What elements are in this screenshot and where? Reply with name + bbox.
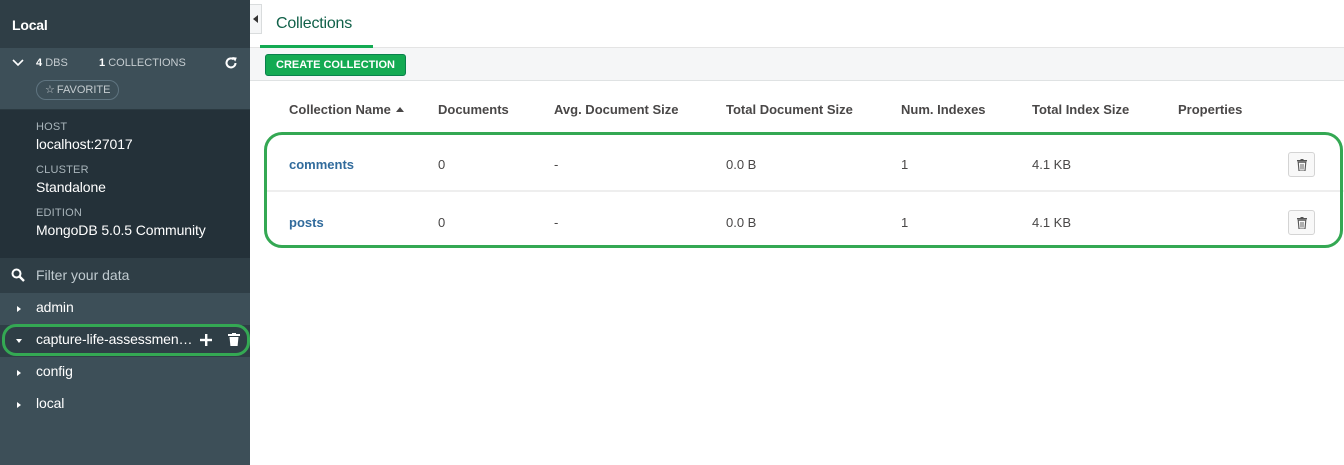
filter-bar [0, 258, 250, 293]
create-collection-button[interactable]: CREATE COLLECTION [265, 54, 406, 76]
trash-icon [1297, 159, 1307, 171]
main-panel: Collections CREATE COLLECTION Collection… [250, 0, 1344, 465]
trash-icon[interactable] [228, 333, 240, 346]
collections-table: Collection Name Documents Avg. Document … [265, 82, 1344, 235]
cluster-label: CLUSTER [36, 164, 89, 176]
header-total-document-size[interactable]: Total Document Size [726, 102, 853, 117]
collection-name-link[interactable]: posts [289, 215, 324, 230]
plus-icon[interactable] [200, 334, 212, 346]
edition-info: EDITION MongoDB 5.0.5 Community [36, 207, 250, 240]
caret-right-icon[interactable] [15, 304, 23, 314]
header-num-indexes[interactable]: Num. Indexes [901, 102, 986, 117]
header-avg-document-size[interactable]: Avg. Document Size [554, 102, 678, 117]
database-item-config[interactable]: config [0, 357, 250, 389]
documents-cell: 0 [438, 215, 446, 230]
database-name[interactable]: capture-life-assessment-db [36, 331, 196, 347]
indexes-cell: 1 [901, 215, 909, 230]
avg-size-cell: - [554, 215, 559, 230]
favorite-label: FAVORITE [56, 84, 111, 96]
host-value: localhost:27017 [36, 136, 133, 152]
database-name[interactable]: admin [36, 299, 196, 315]
tab-bar: Collections [250, 0, 1344, 48]
search-icon [11, 268, 25, 282]
delete-collection-button[interactable] [1288, 210, 1315, 235]
edition-label: EDITION [36, 207, 83, 219]
header-documents[interactable]: Documents [438, 102, 509, 117]
total-size-cell: 0.0 B [726, 215, 757, 230]
tab-label: Collections [276, 15, 353, 32]
index-size-cell: 4.1 KB [1032, 157, 1072, 172]
edition-value: MongoDB 5.0.5 Community [36, 222, 206, 238]
database-name[interactable]: config [36, 363, 196, 379]
sidebar: Local 4 DBS 1 COLLECTIONS ☆ FAVORITE HOST… [0, 0, 250, 465]
tab-collections[interactable]: Collections [260, 0, 373, 48]
database-item-local[interactable]: local [0, 389, 250, 421]
index-size-cell: 4.1 KB [1032, 215, 1072, 230]
collapse-sidebar-button[interactable] [250, 4, 262, 34]
caret-right-icon[interactable] [15, 368, 23, 378]
chevron-down-icon[interactable] [12, 58, 24, 68]
delete-collection-button[interactable] [1288, 152, 1315, 177]
caret-right-icon[interactable] [15, 400, 23, 410]
documents-cell: 0 [438, 157, 446, 172]
header-total-index-size[interactable]: Total Index Size [1032, 102, 1129, 117]
total-size-cell: 0.0 B [726, 157, 757, 172]
sidebar-title: Local [0, 0, 250, 48]
database-name[interactable]: local [36, 395, 196, 411]
star-icon: ☆ [45, 84, 55, 96]
cluster-value: Standalone [36, 179, 106, 195]
refresh-icon[interactable] [224, 56, 238, 70]
cluster-info: CLUSTER Standalone [36, 164, 250, 197]
database-item-admin[interactable]: admin [0, 293, 250, 325]
filter-input[interactable] [36, 266, 236, 284]
instance-info: HOST localhost:27017 CLUSTER Standalone … [0, 110, 250, 258]
favorite-button[interactable]: ☆ FAVORITE [36, 80, 120, 100]
host-label: HOST [36, 121, 68, 133]
database-list: admin capture-life-assessment-db config … [0, 293, 250, 421]
compass-window: Local 4 DBS 1 COLLECTIONS ☆ FAVORITE HOST… [0, 0, 1344, 465]
table-header: Collection Name Documents Avg. Document … [265, 82, 1344, 136]
collections-count: 1 COLLECTIONS [99, 57, 186, 69]
toolbar: CREATE COLLECTION [250, 48, 1344, 81]
stats-row: 4 DBS 1 COLLECTIONS [12, 57, 242, 71]
dbs-count: 4 DBS [36, 57, 68, 69]
table-row: posts 0 - 0.0 B 1 4.1 KB [265, 194, 1344, 250]
trash-icon [1297, 217, 1307, 229]
sort-ascending-icon[interactable] [395, 107, 404, 112]
database-item-capture-life-assessment[interactable]: capture-life-assessment-db [0, 325, 250, 357]
indexes-cell: 1 [901, 157, 909, 172]
avg-size-cell: - [554, 157, 559, 172]
header-properties[interactable]: Properties [1178, 102, 1242, 117]
table-row: comments 0 - 0.0 B 1 4.1 KB [265, 136, 1344, 192]
header-collection-name[interactable]: Collection Name [289, 102, 404, 117]
host-info: HOST localhost:27017 [36, 121, 250, 154]
caret-left-icon [253, 15, 258, 23]
instance-stats: 4 DBS 1 COLLECTIONS ☆ FAVORITE [0, 48, 250, 110]
collection-name-link[interactable]: comments [289, 157, 354, 172]
caret-down-icon[interactable] [15, 336, 23, 346]
